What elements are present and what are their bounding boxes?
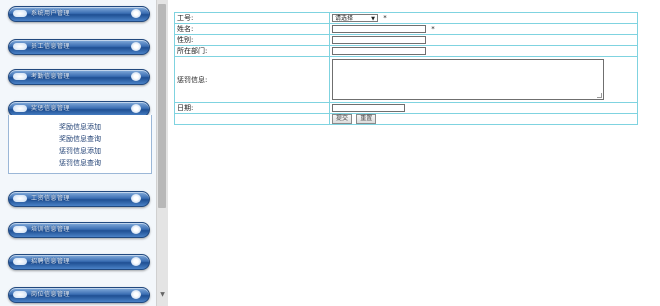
form-row-name: 姓名: * [174,23,638,35]
penalty-cell [329,56,638,103]
expand-knob-icon [131,290,141,299]
penalty-label: 惩罚信息: [174,56,330,103]
submenu-reward-query[interactable]: 奖励信息查询 [9,134,151,144]
expand-knob-icon [131,104,141,113]
gender-input[interactable] [332,36,426,44]
nav-employee-management[interactable]: 员工信息管理 [8,39,150,55]
nav-bullet-icon [13,105,27,112]
name-cell: * [329,23,638,35]
sidebar-scrollbar[interactable]: ▼ [156,0,168,306]
gender-label: 性别: [174,34,330,46]
sidebar: 系统用户管理 员工信息管理 考勤信息管理 奖惩信息管理 奖励信息添加 奖励信息查… [0,0,156,306]
actions-spacer [174,113,330,125]
scrollbar-thumb[interactable] [158,4,166,208]
form-row-gender: 性别: [174,34,638,46]
expand-knob-icon [131,72,141,81]
resize-grip-icon[interactable] [597,93,602,98]
date-input[interactable] [332,104,405,112]
nav-bullet-icon [13,43,27,50]
reward-penalty-submenu: 奖励信息添加 奖励信息查询 惩罚信息添加 惩罚信息查询 [8,115,152,174]
required-mark: * [431,25,435,33]
dropdown-arrow-icon: ▼ [371,16,375,22]
submit-button[interactable]: 提交 [332,114,353,124]
nav-attendance-management[interactable]: 考勤信息管理 [8,69,150,85]
nav-recruitment-management[interactable]: 招聘信息管理 [8,254,150,270]
form-row-date: 日期: [174,102,638,114]
scroll-down-arrow-icon[interactable]: ▼ [159,291,166,299]
nav-training-management[interactable]: 培训信息管理 [8,222,150,238]
nav-bullet-icon [13,258,27,265]
submenu-penalty-add[interactable]: 惩罚信息添加 [9,146,151,156]
nav-bullet-icon [13,73,27,80]
nav-position-management[interactable]: 岗位信息管理 [8,287,150,303]
date-cell [329,102,638,114]
nav-label: 奖惩信息管理 [31,105,71,112]
nav-salary-management[interactable]: 工资信息管理 [8,191,150,207]
nav-bullet-icon [13,226,27,233]
nav-bullet-icon [13,291,27,298]
form-row-penalty: 惩罚信息: [174,56,638,103]
nav-label: 招聘信息管理 [31,258,71,265]
nav-label: 考勤信息管理 [31,73,71,80]
submenu-penalty-query[interactable]: 惩罚信息查询 [9,158,151,168]
expand-knob-icon [131,257,141,266]
nav-label: 系统用户管理 [31,10,71,17]
emp-no-cell: 请选择 ▼ * [329,12,638,24]
penalty-add-form: 工号: 请选择 ▼ * 姓名: * 性别: 所在部门: 惩罚信息: 日期: 提交… [174,12,638,125]
dept-input[interactable] [332,47,426,55]
form-row-emp-no: 工号: 请选择 ▼ * [174,12,638,24]
actions-cell: 提交 重置 [329,113,638,125]
name-input[interactable] [332,25,426,33]
nav-label: 岗位信息管理 [31,291,71,298]
expand-knob-icon [131,225,141,234]
required-mark: * [383,14,387,22]
date-label: 日期: [174,102,330,114]
nav-label: 培训信息管理 [31,226,71,233]
name-label: 姓名: [174,23,330,35]
form-row-dept: 所在部门: [174,45,638,57]
nav-label: 员工信息管理 [31,43,71,50]
nav-label: 工资信息管理 [31,195,71,202]
nav-bullet-icon [13,195,27,202]
submenu-reward-add[interactable]: 奖励信息添加 [9,122,151,132]
dept-cell [329,45,638,57]
expand-knob-icon [131,42,141,51]
nav-user-management[interactable]: 系统用户管理 [8,6,150,22]
form-row-actions: 提交 重置 [174,113,638,125]
gender-cell [329,34,638,46]
emp-no-select[interactable]: 请选择 ▼ [332,14,378,22]
reset-button[interactable]: 重置 [356,114,377,124]
dept-label: 所在部门: [174,45,330,57]
nav-bullet-icon [13,10,27,17]
penalty-textarea[interactable] [332,59,604,100]
emp-no-label: 工号: [174,12,330,24]
expand-knob-icon [131,194,141,203]
emp-no-select-value: 请选择 [335,15,354,22]
expand-knob-icon [131,9,141,18]
